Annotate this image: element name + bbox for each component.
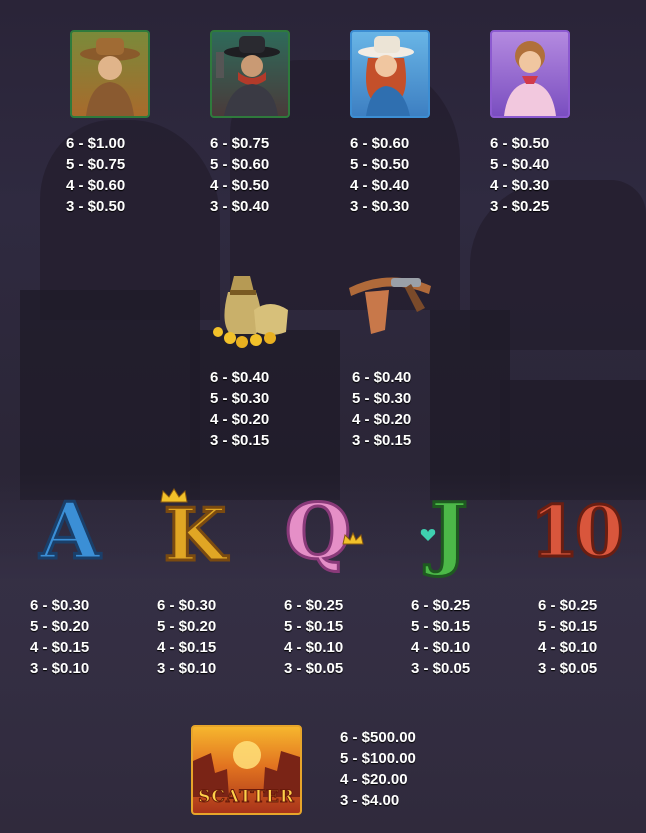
bandit-icon — [216, 36, 280, 116]
ace-paytable: 6 - $0.30 5 - $0.20 4 - $0.15 3 - $0.10 — [30, 597, 90, 677]
heart-icon — [420, 529, 436, 541]
king-icon: K — [162, 492, 228, 577]
cowboy-symbol — [70, 30, 150, 118]
queen-paytable: 6 - $0.25 5 - $0.15 4 - $0.10 3 - $0.05 — [284, 597, 344, 677]
gun-holster-symbol — [345, 268, 435, 338]
ten-paytable: 6 - $0.25 5 - $0.15 4 - $0.10 3 - $0.05 — [538, 597, 598, 677]
ten-symbol: 10 — [525, 488, 625, 576]
cowgirl-symbol — [350, 30, 430, 118]
saloon-girl-icon — [504, 41, 556, 116]
scatter-paytable: 6 - $500.00 5 - $100.00 4 - $20.00 3 - $4.… — [340, 729, 416, 809]
cowboy-paytable: 6 - $1.00 5 - $0.75 4 - $0.60 3 - $0.50 — [66, 135, 126, 215]
saloon-girl-symbol — [490, 30, 570, 118]
cowboy-icon — [80, 38, 140, 116]
ten-icon: 10 — [529, 489, 625, 575]
crown-icon — [342, 532, 364, 545]
gun-holster-paytable: 6 - $0.40 5 - $0.30 4 - $0.20 3 - $0.15 — [352, 369, 412, 449]
background-scene — [0, 0, 646, 833]
cowgirl-paytable: 6 - $0.60 5 - $0.50 4 - $0.40 3 - $0.30 — [350, 135, 410, 215]
king-paytable: 6 - $0.30 5 - $0.20 4 - $0.15 3 - $0.10 — [157, 597, 217, 677]
gold-bag-symbol — [210, 262, 292, 348]
jack-paytable: 6 - $0.25 5 - $0.15 4 - $0.10 3 - $0.05 — [411, 597, 471, 677]
scatter-label: SCATTER — [198, 787, 295, 808]
saloon-girl-paytable: 6 - $0.50 5 - $0.40 4 - $0.30 3 - $0.25 — [490, 135, 550, 215]
jack-symbol: J — [414, 487, 484, 578]
scatter-symbol: SCATTER — [191, 725, 302, 815]
gun-holster-icon — [349, 277, 431, 334]
gold-bag-icon — [213, 276, 288, 348]
queen-symbol: Q — [280, 486, 366, 577]
gold-bag-paytable: 6 - $0.40 5 - $0.30 4 - $0.20 3 - $0.15 — [210, 369, 270, 449]
king-symbol: K — [155, 488, 235, 577]
bandit-symbol — [210, 30, 290, 118]
bandit-paytable: 6 - $0.75 5 - $0.60 4 - $0.50 3 - $0.40 — [210, 135, 270, 215]
ace-symbol: A — [28, 486, 112, 577]
cowgirl-icon — [358, 36, 414, 116]
ace-icon: A — [38, 486, 102, 577]
